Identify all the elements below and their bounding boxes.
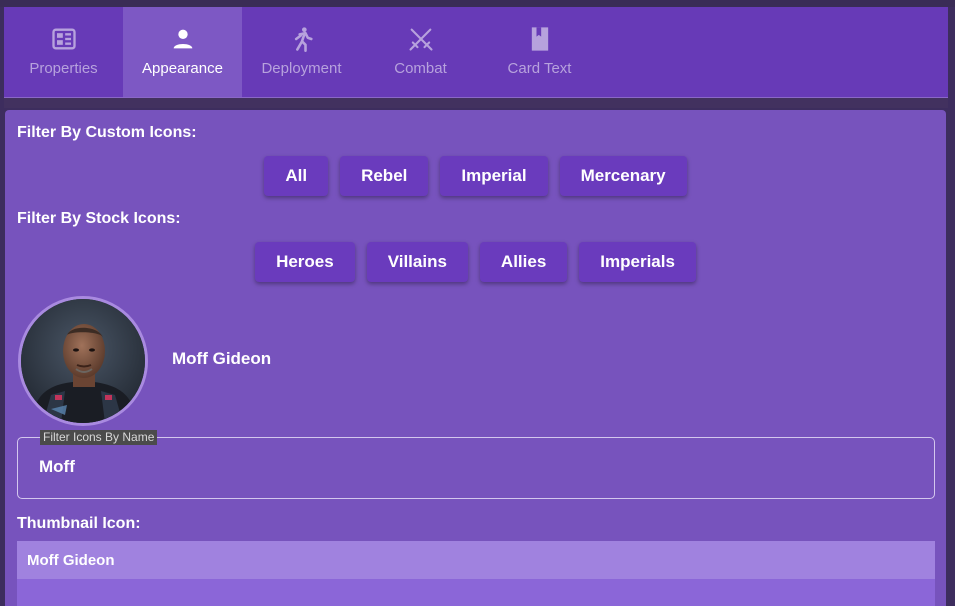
custom-icons-filter-buttons: All Rebel Imperial Mercenary bbox=[5, 156, 946, 196]
window-top-strip bbox=[0, 0, 955, 7]
tab-combat[interactable]: Combat bbox=[361, 7, 480, 97]
divider bbox=[4, 98, 948, 108]
properties-icon bbox=[51, 28, 76, 50]
thumbnail-list bbox=[17, 579, 935, 606]
filter-mercenary-button[interactable]: Mercenary bbox=[559, 156, 687, 196]
thumbnail-item-label: Moff Gideon bbox=[27, 551, 115, 569]
person-icon bbox=[173, 29, 192, 49]
filter-imperial-button[interactable]: Imperial bbox=[440, 156, 548, 196]
filter-icons-by-name-label: Filter Icons By Name bbox=[40, 430, 158, 445]
filter-icons-by-name-input[interactable]: Moff bbox=[39, 457, 75, 477]
filter-all-button[interactable]: All bbox=[264, 156, 329, 196]
card-icon bbox=[531, 27, 548, 51]
filter-rebel-button[interactable]: Rebel bbox=[340, 156, 429, 196]
thumbnail-icon-label: Thumbnail Icon: bbox=[17, 515, 141, 532]
selected-character-name: Moff Gideon bbox=[172, 349, 272, 368]
stock-icons-filter-label: Filter By Stock Icons: bbox=[17, 210, 181, 227]
tab-label: Card Text bbox=[507, 60, 572, 77]
tab-properties[interactable]: Properties bbox=[4, 7, 123, 97]
portrait-image bbox=[21, 299, 145, 423]
tab-label: Appearance bbox=[142, 60, 223, 77]
tab-bar: Properties Appearance Deployment Combat … bbox=[4, 7, 948, 98]
thumbnail-list-item[interactable]: Moff Gideon bbox=[17, 541, 935, 579]
tab-label: Deployment bbox=[261, 60, 342, 77]
filter-icons-by-name-field[interactable]: Filter Icons By Name Moff bbox=[17, 430, 935, 499]
filter-heroes-button[interactable]: Heroes bbox=[255, 242, 355, 282]
crossed-swords-icon bbox=[408, 28, 433, 51]
stock-icons-filter-buttons: Heroes Villains Allies Imperials bbox=[5, 242, 946, 282]
custom-icons-filter-label: Filter By Custom Icons: bbox=[17, 124, 197, 141]
filter-villains-button[interactable]: Villains bbox=[366, 242, 468, 282]
character-avatar bbox=[18, 296, 148, 426]
filter-imperials-button[interactable]: Imperials bbox=[579, 242, 696, 282]
tab-card-text[interactable]: Card Text bbox=[480, 7, 599, 97]
appearance-panel: Filter By Custom Icons: All Rebel Imperi… bbox=[5, 110, 946, 606]
tab-deployment[interactable]: Deployment bbox=[242, 7, 361, 97]
tab-appearance[interactable]: Appearance bbox=[123, 7, 242, 97]
tab-label: Properties bbox=[29, 60, 98, 77]
filter-allies-button[interactable]: Allies bbox=[479, 242, 568, 282]
running-person-icon bbox=[294, 27, 313, 52]
tab-label: Combat bbox=[394, 60, 447, 77]
